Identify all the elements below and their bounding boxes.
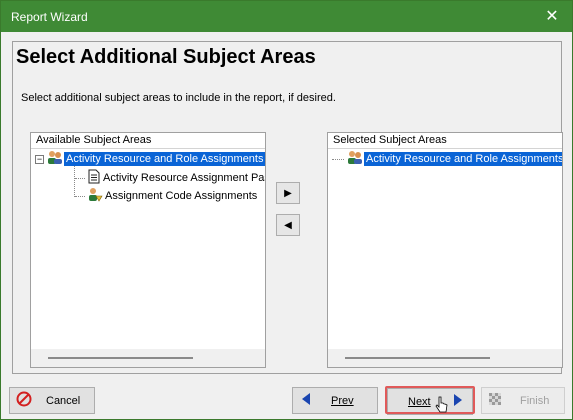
tree-dotted-line bbox=[75, 195, 85, 197]
window-title: Report Wizard bbox=[11, 10, 88, 24]
document-icon bbox=[87, 169, 101, 187]
scrollbar-thumb[interactable] bbox=[345, 357, 490, 359]
selected-subject-areas-list[interactable]: Selected Subject Areas Activity Resource… bbox=[327, 132, 563, 368]
mouse-cursor-icon bbox=[435, 396, 449, 417]
instructions-text: Select additional subject areas to inclu… bbox=[21, 92, 336, 104]
selected-tree: Activity Resource and Role Assignments bbox=[328, 151, 562, 347]
next-label: Next bbox=[408, 395, 431, 408]
selected-item-activity-resource-role[interactable]: Activity Resource and Role Assignments bbox=[332, 151, 562, 167]
close-icon[interactable]: ✕ bbox=[532, 1, 572, 32]
prev-button[interactable]: Prev bbox=[292, 387, 378, 414]
code-assignment-icon bbox=[87, 187, 103, 205]
remove-subject-area-button[interactable]: ◀ bbox=[276, 214, 300, 236]
tree-item-activity-resource-role[interactable]: − Activity Resource and Role Assignments bbox=[35, 151, 265, 167]
title-bar: Report Wizard ✕ bbox=[1, 1, 572, 32]
available-list-header: Available Subject Areas bbox=[31, 133, 265, 149]
selected-list-header: Selected Subject Areas bbox=[328, 133, 562, 149]
page-title: Select Additional Subject Areas bbox=[16, 46, 316, 68]
prev-label: Prev bbox=[331, 394, 354, 407]
cancel-button[interactable]: Cancel bbox=[9, 387, 95, 414]
available-subject-areas-list[interactable]: Available Subject Areas − Activity Resou… bbox=[30, 132, 266, 368]
scrollbar-thumb[interactable] bbox=[48, 357, 193, 359]
people-icon bbox=[346, 151, 364, 168]
add-subject-area-button[interactable]: ▶ bbox=[276, 182, 300, 204]
report-wizard-window: Report Wizard ✕ Select Additional Subjec… bbox=[0, 0, 573, 420]
arrow-left-icon bbox=[301, 392, 311, 409]
cancel-label: Cancel bbox=[46, 394, 81, 407]
tree-dotted-line bbox=[332, 158, 344, 160]
tree-item-label: Assignment Code Assignments bbox=[105, 190, 258, 202]
tree-item-past-period[interactable]: Activity Resource Assignment Past Period bbox=[75, 169, 265, 187]
horizontal-scrollbar[interactable] bbox=[328, 349, 562, 367]
cancel-icon bbox=[16, 391, 32, 410]
arrow-right-icon bbox=[453, 393, 463, 410]
wizard-page: Select Additional Subject Areas Select a… bbox=[12, 41, 563, 374]
next-button[interactable]: Next bbox=[387, 388, 473, 415]
checkered-flag-icon bbox=[488, 392, 502, 409]
tree-item-label: Activity Resource and Role Assignments bbox=[64, 152, 265, 166]
tree-item-label: Activity Resource Assignment Past Period bbox=[103, 172, 265, 184]
available-tree: − Activity Resource and Role Assignments bbox=[31, 151, 265, 347]
arrow-left-icon: ◀ bbox=[284, 219, 292, 231]
finish-button[interactable]: Finish bbox=[481, 387, 565, 414]
people-icon bbox=[46, 151, 64, 168]
collapse-toggle[interactable]: − bbox=[35, 154, 44, 164]
finish-label: Finish bbox=[520, 394, 550, 407]
tree-dotted-line bbox=[75, 177, 85, 179]
horizontal-scrollbar[interactable] bbox=[31, 349, 265, 367]
tree-item-label: Activity Resource and Role Assignments bbox=[364, 152, 562, 166]
arrow-right-icon: ▶ bbox=[284, 187, 292, 199]
tree-item-assignment-codes[interactable]: Assignment Code Assignments bbox=[75, 188, 259, 204]
